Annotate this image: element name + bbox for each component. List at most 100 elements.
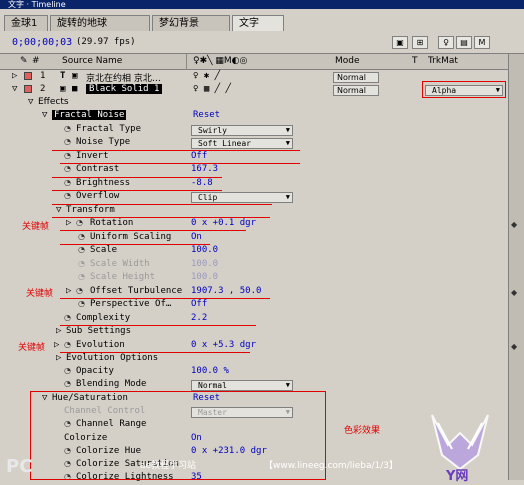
stopwatch-icon[interactable]: ◔ bbox=[78, 245, 85, 254]
stopwatch-icon[interactable]: ◔ bbox=[76, 286, 83, 295]
layer-name[interactable]: Black Solid 1 bbox=[86, 84, 163, 94]
stopwatch-icon[interactable]: ◔ bbox=[64, 379, 71, 388]
stopwatch-icon[interactable]: ◔ bbox=[64, 151, 71, 160]
stopwatch-icon[interactable]: ◔ bbox=[64, 137, 71, 146]
expand-arrow-icon[interactable]: ▷ bbox=[12, 71, 17, 81]
prop-label: Blending Mode bbox=[76, 379, 147, 389]
mode-dropdown[interactable]: Normal bbox=[333, 72, 379, 83]
prop-row-overflow[interactable]: ◔ Overflow Clip bbox=[0, 191, 508, 204]
reset-link[interactable]: Reset bbox=[193, 110, 220, 120]
prop-value: 100.0 bbox=[191, 272, 219, 282]
expand-arrow-icon[interactable]: ▷ bbox=[66, 286, 71, 296]
prop-label: Opacity bbox=[76, 366, 114, 376]
prop-value[interactable]: 100.0 % bbox=[191, 366, 229, 376]
flowchart-icon[interactable]: ⊞ bbox=[412, 36, 428, 49]
prop-row-opacity[interactable]: ◔ Opacity 100.0 % bbox=[0, 366, 508, 379]
source-name-header[interactable]: Source Name bbox=[62, 56, 122, 66]
layer-number: 2 bbox=[40, 84, 46, 94]
expand-arrow-icon[interactable]: ▷ bbox=[66, 218, 71, 228]
stopwatch-icon[interactable]: ◔ bbox=[78, 299, 85, 308]
watermark-url: 【www.lineeg.com/lieba/1/3】 bbox=[264, 461, 399, 471]
trkmat-header[interactable]: TrkMat bbox=[428, 56, 458, 66]
expand-arrow-icon[interactable]: ▷ bbox=[56, 353, 61, 363]
expand-arrow-icon[interactable]: ▷ bbox=[54, 340, 59, 350]
comp-button-icon[interactable]: ▣ bbox=[392, 36, 408, 49]
prop-value[interactable]: Off bbox=[191, 299, 207, 309]
layer-switches[interactable]: ♀ ✱ ╱ bbox=[193, 71, 220, 81]
tab-golden-ball[interactable]: 金球1 bbox=[4, 15, 48, 31]
effects-group[interactable]: ▽ Effects bbox=[0, 97, 508, 110]
annotation-color-effect: 色彩效果 bbox=[344, 426, 381, 436]
dropdown-value: Soft Linear bbox=[198, 139, 251, 148]
tab-dream-background[interactable]: 梦幻背景 bbox=[152, 15, 230, 31]
prop-row-perspective-offset[interactable]: ◔ Perspective Of… Off bbox=[0, 299, 508, 312]
prop-value[interactable]: 2.2 bbox=[191, 313, 207, 323]
frame-rate: (29.97 fps) bbox=[76, 37, 136, 47]
collapse-arrow-icon[interactable]: ▽ bbox=[12, 84, 17, 94]
annotation-underline bbox=[60, 325, 256, 326]
prop-value[interactable]: 100.0 bbox=[191, 245, 218, 255]
effect-name: Fractal Noise bbox=[52, 110, 127, 120]
dropdown-value: Normal bbox=[198, 381, 227, 390]
timeline-strip[interactable] bbox=[508, 54, 524, 480]
layer-switches[interactable]: ♀ ▦ ╱ ╱ bbox=[193, 84, 231, 94]
blending-mode-dropdown[interactable]: Normal bbox=[191, 380, 293, 391]
watermark-site: ae教程学习站 bbox=[140, 461, 197, 471]
overflow-dropdown[interactable]: Clip bbox=[191, 192, 293, 203]
noise-type-dropdown[interactable]: Soft Linear bbox=[191, 138, 293, 149]
annotation-keyframe: 关键帧 bbox=[26, 289, 54, 299]
keyframe-icon[interactable]: ◆ bbox=[511, 342, 517, 351]
prop-value[interactable]: Off bbox=[191, 151, 207, 161]
switches-header-icons: ♀✱╲ ▦M◐◎ bbox=[193, 56, 248, 66]
stopwatch-icon[interactable]: ◔ bbox=[76, 218, 83, 227]
stopwatch-icon[interactable]: ◔ bbox=[64, 191, 71, 200]
group-row-sub-settings[interactable]: ▷ Sub Settings bbox=[0, 326, 508, 339]
prop-row-fractal-type[interactable]: ◔ Fractal Type Swirly bbox=[0, 124, 508, 137]
prop-value[interactable]: 0 x +0.1 dgr bbox=[191, 218, 256, 228]
tab-text[interactable]: 文字 bbox=[232, 15, 284, 31]
mode-dropdown[interactable]: Normal bbox=[333, 85, 379, 96]
mode-value: Normal bbox=[337, 73, 366, 82]
prop-value[interactable]: 1907.3 , 50.0 bbox=[191, 286, 261, 296]
tab-rotating-earth[interactable]: 旋转的地球 bbox=[50, 15, 150, 31]
stopwatch-icon[interactable]: ◔ bbox=[64, 313, 71, 322]
stopwatch-icon[interactable]: ◔ bbox=[78, 232, 85, 241]
prop-value[interactable]: -8.8 bbox=[191, 178, 213, 188]
layer-name[interactable]: 京北在约相 京北… bbox=[86, 71, 161, 84]
current-timecode[interactable]: 0;00;00;03 bbox=[12, 37, 72, 48]
group-row-evolution-options[interactable]: ▷ Evolution Options bbox=[0, 353, 508, 366]
annotation-box-trkmat bbox=[422, 81, 506, 98]
prop-value[interactable]: 167.3 bbox=[191, 164, 218, 174]
stopwatch-icon[interactable]: ◔ bbox=[64, 178, 71, 187]
motion-blur-icon[interactable]: M bbox=[474, 36, 490, 49]
annotation-underline bbox=[52, 177, 222, 178]
keyframe-icon[interactable]: ◆ bbox=[511, 220, 517, 229]
layer-number: 1 bbox=[40, 71, 46, 81]
prop-value[interactable]: On bbox=[191, 232, 202, 242]
collapse-arrow-icon[interactable]: ▽ bbox=[56, 205, 61, 215]
prop-label: Invert bbox=[76, 151, 109, 161]
label-color-swatch[interactable] bbox=[24, 84, 32, 94]
effect-row-fractal-noise[interactable]: ▽ Fractal Noise Reset bbox=[0, 110, 508, 123]
t-header: T bbox=[412, 56, 418, 66]
label-column-icon: ✎ bbox=[20, 56, 28, 66]
stopwatch-icon[interactable]: ◔ bbox=[64, 366, 71, 375]
prop-row-scale-height: ◔ Scale Height 100.0 bbox=[0, 272, 508, 285]
stopwatch-icon[interactable]: ◔ bbox=[64, 164, 71, 173]
frame-blend-icon[interactable]: ▤ bbox=[456, 36, 472, 49]
prop-row-contrast[interactable]: ◔ Contrast 167.3 bbox=[0, 164, 508, 177]
prop-row-noise-type[interactable]: ◔ Noise Type Soft Linear bbox=[0, 137, 508, 150]
label-color-swatch[interactable] bbox=[24, 71, 32, 81]
keyframe-icon[interactable]: ◆ bbox=[511, 288, 517, 297]
stopwatch-icon[interactable]: ◔ bbox=[64, 340, 71, 349]
shy-layers-icon[interactable]: ♀ bbox=[438, 36, 454, 49]
expand-arrow-icon[interactable]: ▷ bbox=[56, 326, 61, 336]
prop-row-scale[interactable]: ◔ Scale 100.0 bbox=[0, 245, 508, 258]
fractal-type-dropdown[interactable]: Swirly bbox=[191, 125, 293, 136]
collapse-arrow-icon[interactable]: ▽ bbox=[42, 110, 47, 120]
effects-label: Effects bbox=[38, 97, 69, 107]
collapse-arrow-icon[interactable]: ▽ bbox=[28, 97, 33, 107]
mode-header[interactable]: Mode bbox=[335, 56, 360, 66]
prop-value[interactable]: 0 x +5.3 dgr bbox=[191, 340, 256, 350]
stopwatch-icon[interactable]: ◔ bbox=[64, 124, 71, 133]
